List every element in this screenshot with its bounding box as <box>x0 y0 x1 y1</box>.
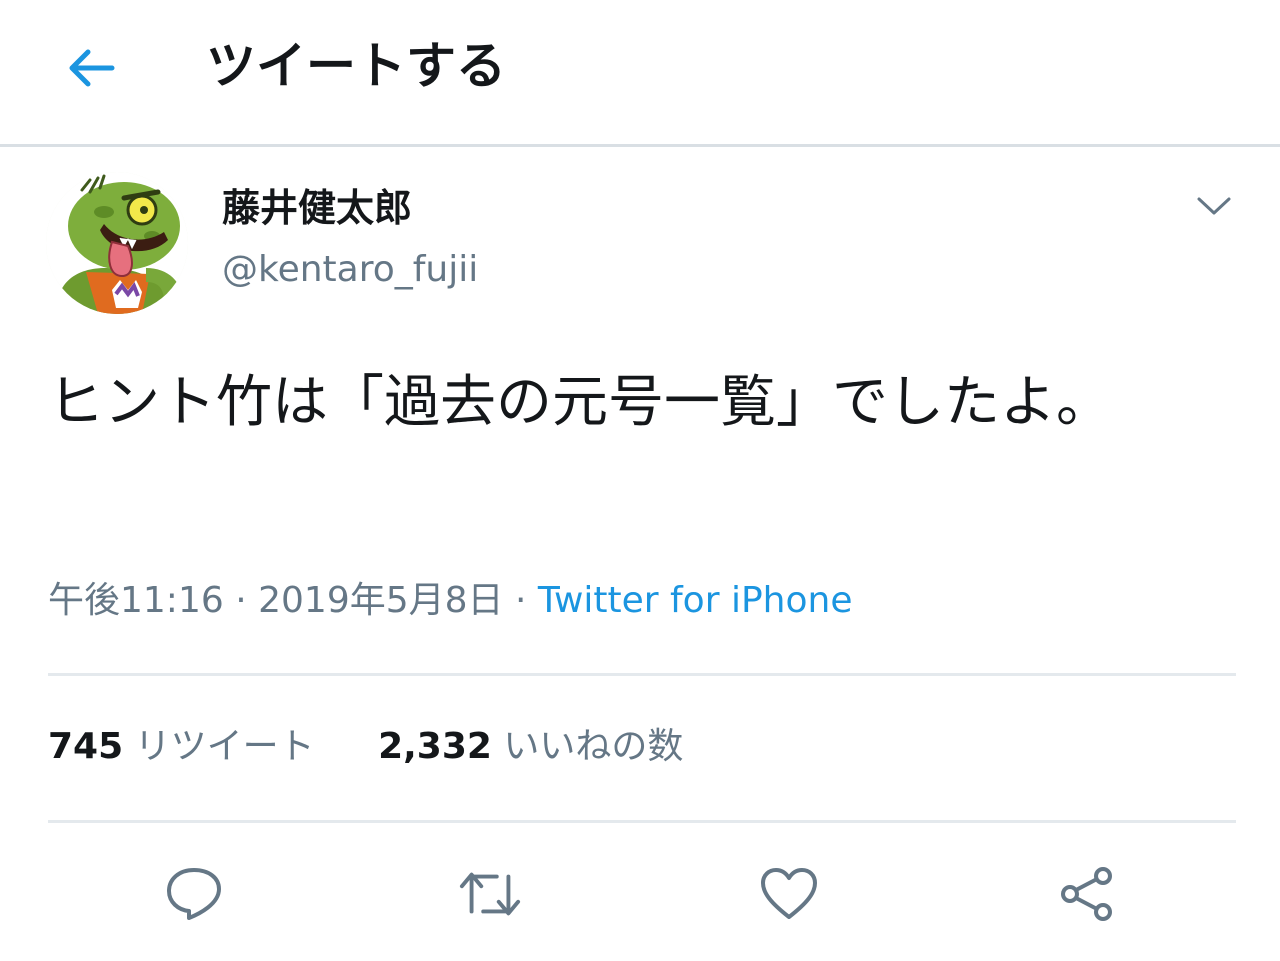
likes-stat[interactable]: 2,332 いいねの数 <box>378 718 683 776</box>
tweet-stats: 745 リツイート 2,332 いいねの数 <box>48 718 683 776</box>
share-icon <box>1061 867 1112 921</box>
like-button[interactable] <box>757 862 821 926</box>
like-heart-icon <box>761 868 817 919</box>
retweets-stat[interactable]: 745 リツイート <box>48 718 315 776</box>
meta-separator: · <box>235 580 247 621</box>
likes-count: 2,332 <box>378 726 492 767</box>
likes-label: いいねの数 <box>503 726 684 767</box>
reply-icon <box>167 868 221 920</box>
tweet-text: ヒント竹は「過去の元号一覧」でしたよ。 <box>48 370 1112 435</box>
retweet-icon <box>459 872 521 916</box>
share-button[interactable] <box>1055 862 1119 926</box>
retweets-label: リツイート <box>134 726 315 767</box>
arrow-left-icon <box>69 49 115 87</box>
tweet-time: 午後11:16 <box>48 580 224 621</box>
cartoon-monster-avatar <box>46 172 188 314</box>
author-handle[interactable]: @kentaro_fujii <box>222 242 478 298</box>
page-title: ツイートする <box>206 37 506 95</box>
tweet-metadata: 午後11:16 · 2019年5月8日 · Twitter for iPhone <box>48 574 852 628</box>
tweet-source-link[interactable]: Twitter for iPhone <box>538 580 853 621</box>
tweet-menu-button[interactable] <box>1190 186 1238 226</box>
meta-separator: · <box>515 580 527 621</box>
back-button[interactable] <box>60 42 120 94</box>
tweet-date: 2019年5月8日 <box>258 580 504 621</box>
divider <box>48 820 1236 823</box>
top-bar: ツイートする <box>0 0 1280 147</box>
divider <box>48 673 1236 676</box>
reply-button[interactable] <box>162 862 226 926</box>
avatar[interactable] <box>46 172 188 314</box>
retweet-button[interactable] <box>458 862 522 926</box>
retweets-count: 745 <box>48 726 124 767</box>
chevron-down-icon <box>1197 197 1231 215</box>
author-display-name[interactable]: 藤井健太郎 <box>222 180 412 236</box>
